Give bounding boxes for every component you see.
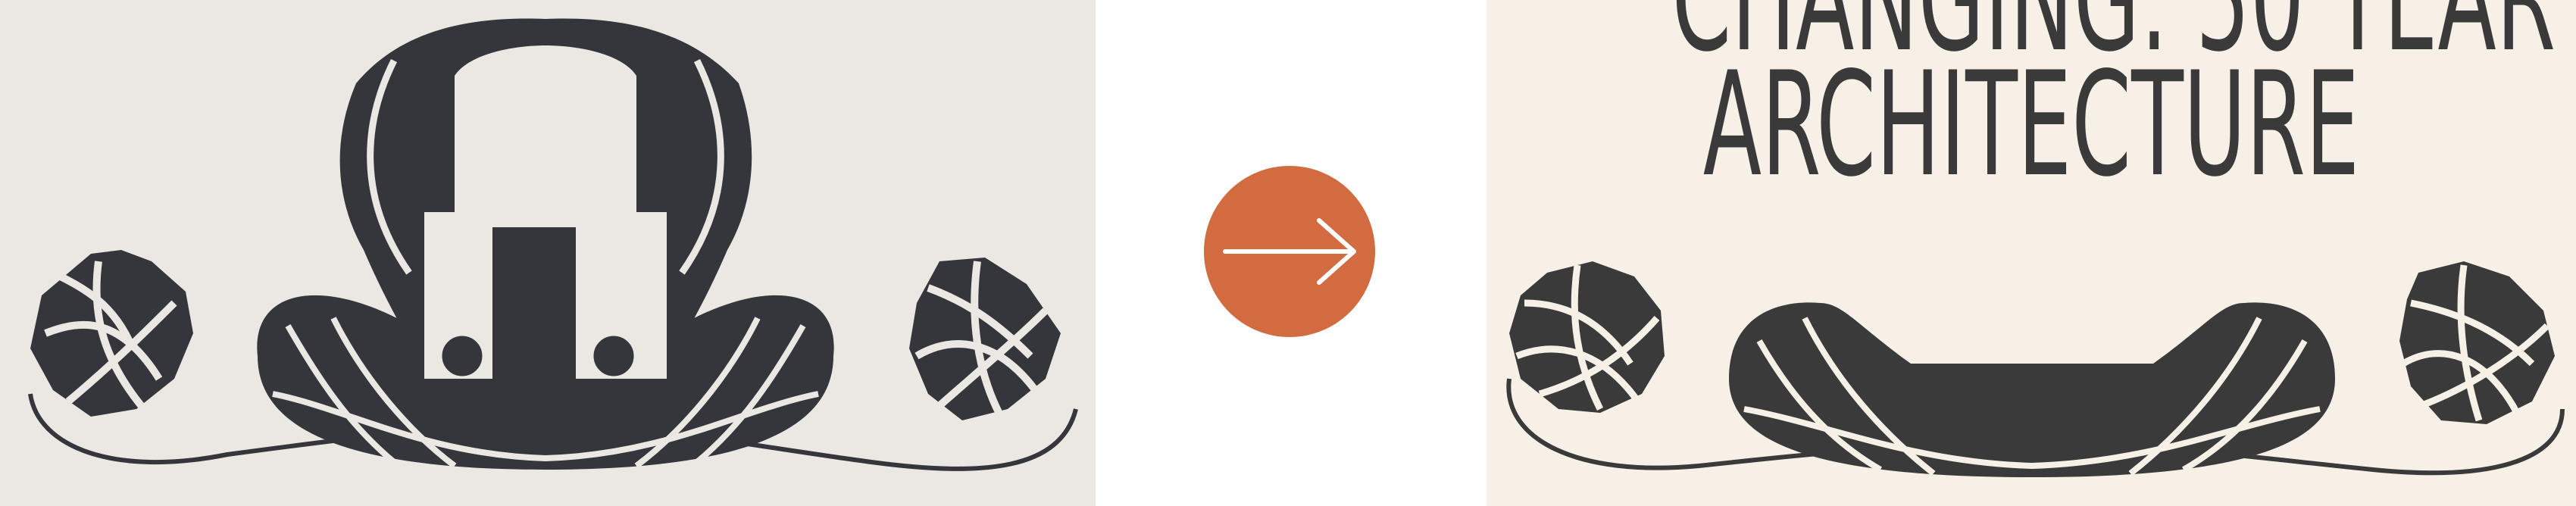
art-nouveau-ornament-redrawn <box>1506 261 2565 477</box>
original-ornament-panel <box>0 0 1096 506</box>
left-sphere-redrawn <box>1509 261 1665 413</box>
art-nouveau-ornament-original <box>28 18 1078 471</box>
central-base-redrawn <box>1729 302 2335 477</box>
right-sphere-original <box>909 258 1061 420</box>
redrawn-ornament-panel: CHANGING: 50 YEAR ARCHITECTURE <box>1487 0 2576 506</box>
right-sphere-redrawn <box>2399 261 2555 424</box>
arrow-right-icon <box>1204 166 1375 337</box>
left-sphere-original <box>30 250 193 417</box>
